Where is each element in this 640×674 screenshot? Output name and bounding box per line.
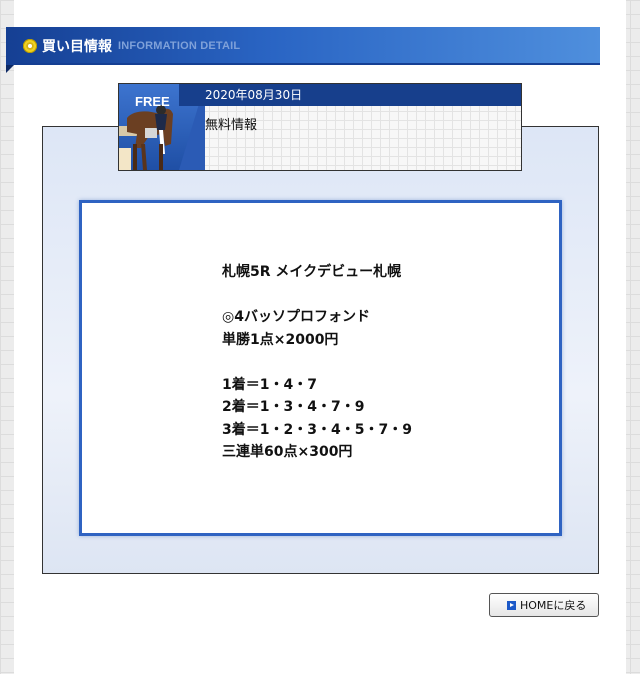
content-line: 三連単60点×300円 (222, 444, 353, 460)
content-line: 2着＝1・3・4・7・9 (222, 399, 365, 415)
content-line: ◎4バッソプロフォンド (222, 309, 370, 325)
content-line: 札幌5R メイクデビュー札幌 (222, 264, 402, 280)
content-line: 3着＝1・2・3・4・5・7・9 (222, 421, 412, 438)
home-button-label: HOMEに戻る (520, 599, 587, 612)
free-badge: FREE (135, 94, 170, 109)
content-line (222, 351, 412, 374)
target-icon (23, 39, 37, 53)
section-subtitle: INFORMATION DETAIL (118, 40, 241, 52)
header-underline (14, 63, 600, 65)
section-header: 買い目情報 INFORMATION DETAIL (6, 27, 600, 65)
info-card: FREE 2020年08月30日 無料情報 (118, 83, 522, 171)
card-title: 無料情報 (205, 118, 258, 133)
content-box: 札幌5R メイクデビュー札幌 ◎4バッソプロフォンド 単勝1点×2000円 1着… (79, 200, 562, 536)
content-line (222, 284, 412, 307)
content-line: 1着＝1・4・7 (222, 376, 317, 393)
section-title: 買い目情報 (42, 39, 112, 55)
content-lines: 札幌5R メイクデビュー札幌 ◎4バッソプロフォンド 単勝1点×2000円 1着… (222, 261, 412, 464)
content-line: 単勝1点×2000円 (222, 331, 339, 348)
home-button[interactable]: HOMEに戻る (489, 593, 599, 617)
play-icon (507, 600, 516, 610)
card-date: 2020年08月30日 (179, 84, 521, 106)
header-fold (6, 65, 14, 73)
